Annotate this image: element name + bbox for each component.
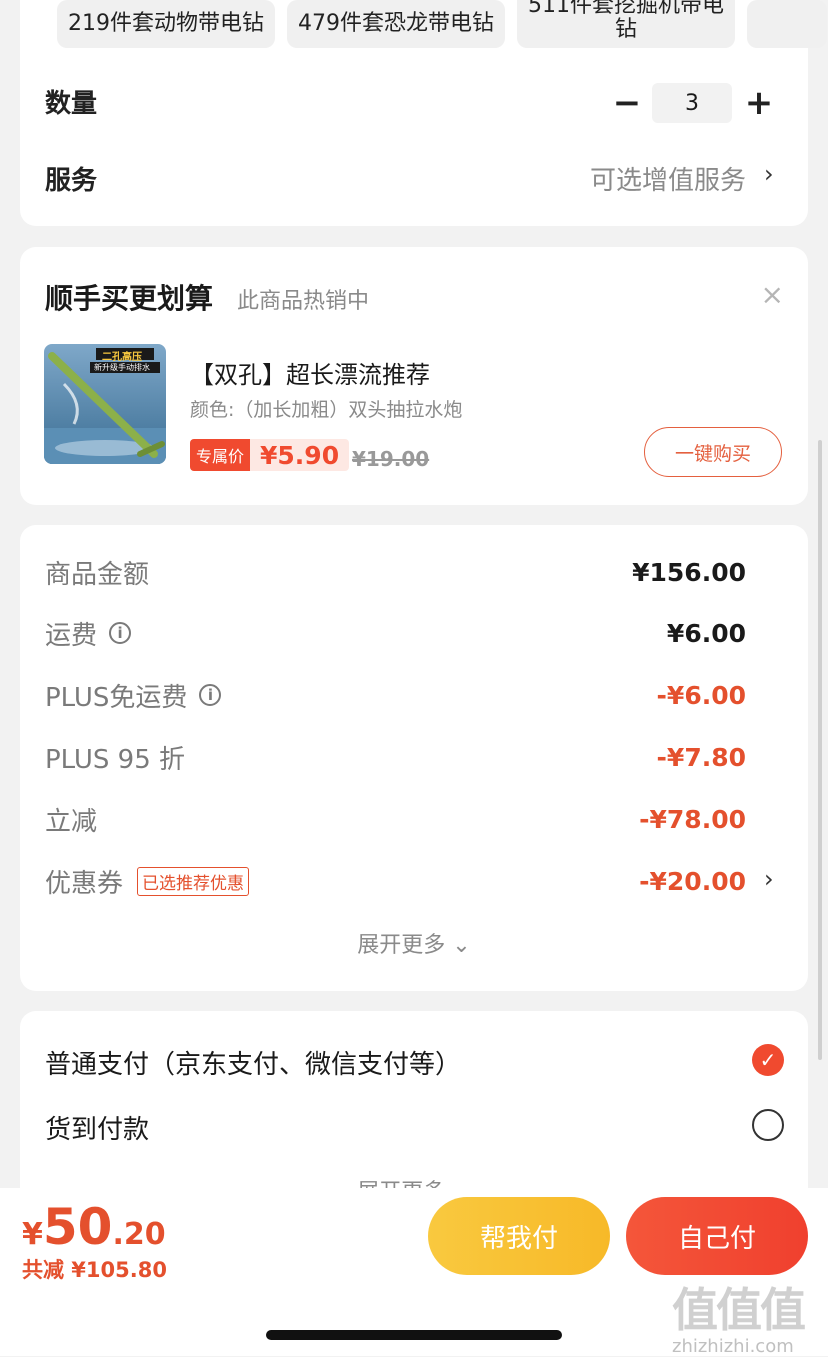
thumb-label-2: 新升级手动排水: [94, 363, 150, 372]
summary-label: 优惠券: [45, 868, 124, 899]
summary-row-plus-discount: PLUS 95 折 -¥7.80: [20, 737, 808, 777]
summary-row-coupon[interactable]: 优惠券 已选推荐优惠 -¥20.00 ›: [20, 861, 808, 901]
total-currency: ¥: [22, 1217, 43, 1252]
coupon-chevron-icon[interactable]: ›: [764, 865, 774, 893]
summary-value: -¥7.80: [656, 742, 746, 772]
total-decimal: .20: [112, 1217, 166, 1252]
summary-row-plus-free-shipping: PLUS免运费 i -¥6.00: [20, 675, 808, 715]
spec-chip-3-label: 511件套挖掘机带电钻: [528, 0, 724, 42]
info-icon[interactable]: i: [109, 622, 132, 644]
quantity-minus-button[interactable]: −: [612, 80, 642, 126]
quantity-plus-button[interactable]: +: [744, 80, 774, 126]
spec-chip-1[interactable]: 219件套动物带电钻: [57, 0, 275, 48]
spec-chip-4[interactable]: [747, 0, 827, 48]
addon-subtitle: 此商品热销中: [237, 289, 370, 314]
exclusive-price-value: ¥5.90: [250, 439, 350, 471]
total-saved: 共减 ¥105.80: [22, 1258, 167, 1282]
spec-chip-2-label: 479件套恐龙带电钻: [298, 11, 494, 36]
exclusive-price-tag: 专属价 ¥5.90: [190, 439, 350, 471]
service-chevron-icon[interactable]: ›: [764, 160, 774, 188]
radio-unchecked-icon[interactable]: [752, 1109, 784, 1141]
summary-value: ¥6.00: [666, 618, 746, 648]
spec-chip-1-label: 219件套动物带电钻: [68, 11, 264, 36]
home-indicator[interactable]: [266, 1330, 562, 1340]
summary-value: -¥20.00: [639, 866, 746, 896]
summary-row-subtotal: 商品金额 ¥156.00: [20, 552, 808, 592]
info-icon[interactable]: i: [199, 684, 222, 706]
addon-title: 顺手买更划算: [45, 282, 214, 315]
help-pay-button[interactable]: 帮我付: [428, 1197, 610, 1275]
quantity-label: 数量: [45, 89, 98, 119]
product-name[interactable]: 【双孔】超长漂流推荐: [190, 355, 430, 390]
addon-card: 顺手买更划算 此商品热销中 × 二孔高压 新升级手动排水 【双孔】超长漂流推荐 …: [20, 247, 808, 505]
thumb-label-1: 二孔高压: [102, 352, 142, 363]
close-icon[interactable]: ×: [761, 281, 784, 309]
summary-label: 运费: [45, 620, 98, 651]
summary-label: 商品金额: [45, 559, 150, 590]
exclusive-price-label: 专属价: [190, 439, 251, 471]
self-pay-button[interactable]: 自己付: [626, 1197, 808, 1275]
watermark-logo: 值值值: [672, 1283, 806, 1337]
summary-label: 立减: [45, 806, 98, 837]
spec-chip-2[interactable]: 479件套恐龙带电钻: [287, 0, 505, 48]
watermark-url: zhizhizhi.com: [672, 1336, 794, 1357]
product-spec: 颜色:（加长加粗）双头抽拉水炮: [190, 399, 463, 421]
service-label: 服务: [45, 166, 98, 196]
payment-option-cod[interactable]: 货到付款: [45, 1109, 149, 1146]
expand-more-link[interactable]: 展开更多 ⌄: [20, 927, 808, 959]
summary-label: PLUS 95 折: [45, 744, 186, 775]
summary-value: -¥6.00: [656, 680, 746, 710]
spec-chip-3[interactable]: 511件套挖掘机带电钻: [517, 0, 735, 48]
scrollbar[interactable]: [818, 440, 822, 1060]
payment-option-normal[interactable]: 普通支付（京东支付、微信支付等）: [45, 1044, 461, 1081]
summary-row-shipping: 运费 i ¥6.00: [20, 613, 808, 653]
summary-value: -¥78.00: [639, 804, 746, 834]
original-price: ¥19.00: [352, 447, 430, 471]
quantity-value[interactable]: 3: [652, 83, 732, 123]
checkout-bar: ¥ 50 .20 共减 ¥105.80 帮我付 自己付 值值值 zhizhizh…: [0, 1188, 828, 1357]
product-thumbnail[interactable]: 二孔高压 新升级手动排水: [44, 344, 166, 464]
summary-label-coupon: 优惠券 已选推荐优惠: [45, 861, 250, 901]
summary-row-instant-discount: 立减 -¥78.00: [20, 799, 808, 839]
summary-label-shipping: 运费 i: [45, 613, 132, 653]
total-integer: 50: [42, 1198, 113, 1256]
summary-label: PLUS免运费: [45, 682, 188, 713]
summary-label-plus-shipping: PLUS免运费 i: [45, 675, 222, 715]
service-value[interactable]: 可选增值服务: [590, 160, 746, 197]
total-price: ¥ 50 .20: [22, 1198, 166, 1256]
order-summary-card: 商品金额 ¥156.00 运费 i ¥6.00 PLUS免运费 i -¥6.00…: [20, 525, 808, 991]
radio-checked-icon[interactable]: ✓: [752, 1044, 784, 1076]
watermark: 值值值 zhizhizhi.com: [672, 1274, 806, 1357]
summary-value: ¥156.00: [632, 557, 746, 587]
one-click-buy-button[interactable]: 一键购买: [644, 427, 782, 477]
spec-card: 219件套动物带电钻 479件套恐龙带电钻 511件套挖掘机带电钻 数量 − 3…: [20, 0, 827, 226]
coupon-badge: 已选推荐优惠: [137, 866, 250, 896]
